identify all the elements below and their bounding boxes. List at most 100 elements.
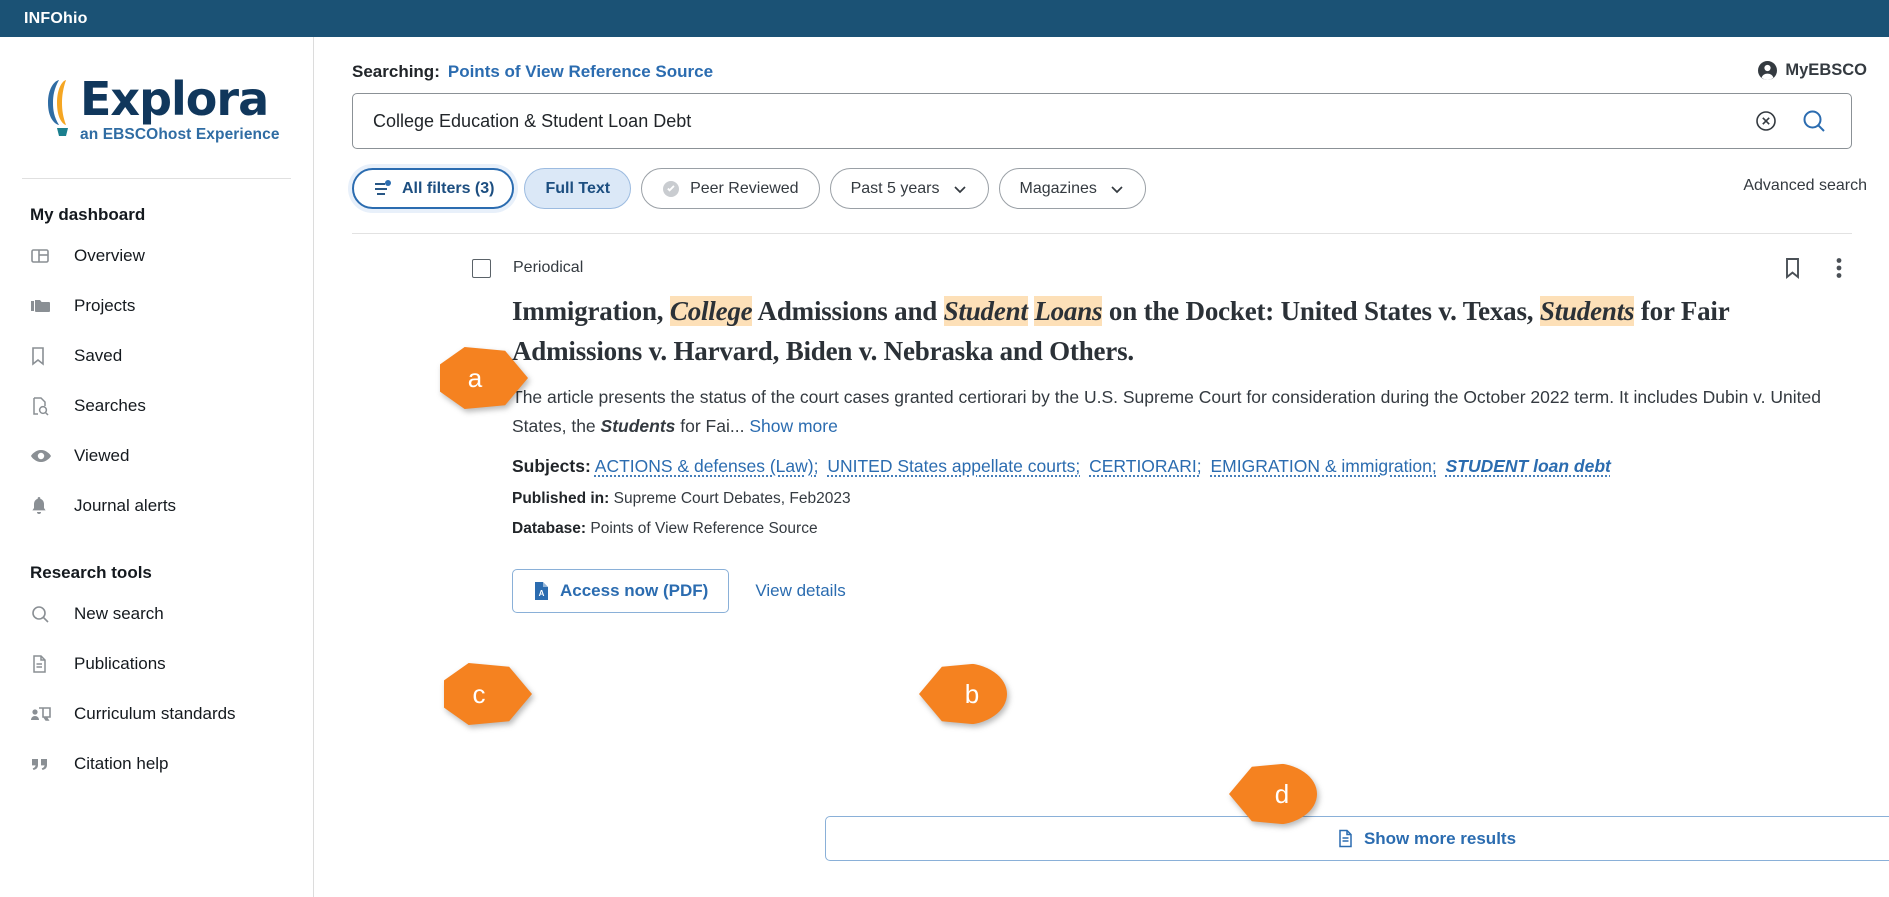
callout-marker-d: d bbox=[1229, 763, 1317, 825]
clear-circle-icon[interactable] bbox=[1751, 106, 1781, 136]
access-now-label: Access now (PDF) bbox=[560, 581, 708, 601]
filter-full-text[interactable]: Full Text bbox=[524, 168, 631, 209]
result-item: Periodical Immigration, College Admissio… bbox=[352, 251, 1852, 613]
show-more-link[interactable]: Show more bbox=[749, 416, 838, 436]
callout-marker-a: a bbox=[440, 347, 528, 409]
kebab-menu-icon[interactable] bbox=[1836, 257, 1842, 279]
subjects-label: Subjects: bbox=[512, 456, 591, 476]
sidebar-item-publications[interactable]: Publications bbox=[0, 639, 313, 689]
result-header: Periodical bbox=[352, 251, 1852, 285]
result-title[interactable]: Immigration, College Admissions and Stud… bbox=[512, 291, 1832, 371]
search-box[interactable] bbox=[352, 93, 1852, 149]
result-body: Immigration, College Admissions and Stud… bbox=[352, 291, 1852, 541]
filter-all-filters[interactable]: All filters (3) bbox=[352, 168, 514, 209]
abstract-match: Students bbox=[601, 416, 676, 436]
title-text: on the Docket: United States v. Texas, bbox=[1102, 296, 1540, 326]
search-input[interactable] bbox=[353, 110, 1751, 133]
filter-peer-reviewed[interactable]: Peer Reviewed bbox=[641, 168, 820, 209]
sidebar-item-label: Viewed bbox=[74, 446, 129, 466]
document-icon bbox=[1337, 829, 1354, 848]
filter-magazines[interactable]: Magazines bbox=[999, 168, 1146, 209]
sidebar-item-label: Overview bbox=[74, 246, 145, 266]
access-now-pdf-button[interactable]: A Access now (PDF) bbox=[512, 569, 729, 613]
sidebar-item-label: New search bbox=[74, 604, 164, 624]
filter-label: Full Text bbox=[545, 180, 610, 198]
subject-link[interactable]: ACTIONS & defenses (Law); bbox=[595, 456, 819, 476]
sidebar-item-citation-help[interactable]: Citation help bbox=[0, 739, 313, 789]
document-search-icon bbox=[30, 394, 56, 418]
sidebar-item-label: Curriculum standards bbox=[74, 704, 236, 724]
title-match-term: Student bbox=[944, 296, 1028, 326]
filter-label: Magazines bbox=[1020, 180, 1097, 198]
title-match-term: College bbox=[670, 296, 753, 326]
searching-database-link[interactable]: Points of View Reference Source bbox=[448, 62, 713, 82]
result-actions bbox=[1783, 257, 1852, 279]
subjects-list: ACTIONS & defenses (Law); UNITED States … bbox=[591, 456, 1611, 476]
view-details-link[interactable]: View details bbox=[755, 581, 845, 601]
result-subjects: Subjects: ACTIONS & defenses (Law); UNITE… bbox=[512, 451, 1832, 481]
divider bbox=[352, 233, 1852, 234]
result-type-label: Periodical bbox=[513, 259, 583, 277]
subject-link[interactable]: STUDENT loan debt bbox=[1446, 456, 1611, 476]
abstract-text-post: for Fai... bbox=[675, 416, 744, 436]
database-value: Points of View Reference Source bbox=[590, 520, 817, 537]
searching-breadcrumb: Searching: Points of View Reference Sour… bbox=[352, 62, 713, 82]
myebsco-button[interactable]: MyEBSCO bbox=[1757, 60, 1867, 81]
sidebar: Explora an EBSCOhost Experience My dashb… bbox=[0, 37, 314, 897]
filter-label: All filters (3) bbox=[402, 180, 494, 198]
result-checkbox[interactable] bbox=[472, 259, 491, 278]
check-circle-icon bbox=[662, 180, 680, 198]
subject-link[interactable]: UNITED States appellate courts; bbox=[827, 456, 1080, 476]
callout-marker-b: b bbox=[919, 663, 1007, 725]
sidebar-item-label: Projects bbox=[74, 296, 135, 316]
sidebar-item-label: Saved bbox=[74, 346, 122, 366]
main-content: Searching: Points of View Reference Sour… bbox=[315, 37, 1889, 897]
callout-letter: b bbox=[919, 663, 1007, 725]
filter-label: Peer Reviewed bbox=[690, 180, 799, 198]
sidebar-item-curriculum-standards[interactable]: Curriculum standards bbox=[0, 689, 313, 739]
subject-link[interactable]: CERTIORARI; bbox=[1089, 456, 1201, 476]
logo-wordmark: Explora bbox=[80, 75, 280, 123]
top-bar: INFOhio bbox=[0, 0, 1889, 37]
sidebar-item-label: Journal alerts bbox=[74, 496, 176, 516]
account-icon bbox=[1757, 60, 1778, 81]
filter-label: Past 5 years bbox=[851, 180, 940, 198]
filter-past-5-years[interactable]: Past 5 years bbox=[830, 168, 989, 209]
published-value: Supreme Court Debates, Feb2023 bbox=[614, 490, 851, 507]
bell-icon bbox=[30, 494, 56, 518]
filter-icon bbox=[372, 179, 392, 199]
bookmark-icon bbox=[30, 344, 56, 368]
title-text: Admissions and bbox=[752, 296, 943, 326]
bookmark-icon[interactable] bbox=[1783, 257, 1802, 279]
myebsco-label: MyEBSCO bbox=[1785, 61, 1867, 80]
sidebar-item-label: Searches bbox=[74, 396, 146, 416]
sidebar-item-saved[interactable]: Saved bbox=[0, 331, 313, 381]
subject-link[interactable]: EMIGRATION & immigration; bbox=[1210, 456, 1436, 476]
eye-icon bbox=[30, 444, 56, 468]
sidebar-item-projects[interactable]: Projects bbox=[0, 281, 313, 331]
sidebar-item-label: Citation help bbox=[74, 754, 169, 774]
title-text: Immigration, bbox=[512, 296, 670, 326]
sidebar-item-searches[interactable]: Searches bbox=[0, 381, 313, 431]
sidebar-item-overview[interactable]: Overview bbox=[0, 231, 313, 281]
published-label: Published in: bbox=[512, 490, 609, 507]
presentation-icon bbox=[30, 702, 56, 726]
result-buttons: A Access now (PDF) View details bbox=[352, 569, 1852, 613]
show-more-results-button[interactable]: Show more results bbox=[825, 816, 1889, 861]
sidebar-item-journal-alerts[interactable]: Journal alerts bbox=[0, 481, 313, 531]
pdf-file-icon: A bbox=[533, 581, 550, 601]
sidebar-item-viewed[interactable]: Viewed bbox=[0, 431, 313, 481]
document-icon bbox=[30, 652, 56, 676]
sidebar-heading-research-tools: Research tools bbox=[0, 531, 313, 589]
sidebar-item-new-search[interactable]: New search bbox=[0, 589, 313, 639]
database-label: Database: bbox=[512, 520, 586, 537]
search-submit-icon[interactable] bbox=[1799, 106, 1829, 136]
quote-icon bbox=[30, 752, 56, 776]
chevron-down-icon bbox=[952, 181, 968, 197]
infohio-brand: INFOhio bbox=[24, 10, 88, 28]
explora-logo[interactable]: Explora an EBSCOhost Experience bbox=[0, 37, 313, 144]
sidebar-item-label: Publications bbox=[74, 654, 166, 674]
callout-marker-c: c bbox=[444, 663, 532, 725]
advanced-search-link[interactable]: Advanced search bbox=[1743, 177, 1867, 195]
filter-bar: All filters (3) Full Text Peer Reviewed … bbox=[352, 168, 1146, 209]
